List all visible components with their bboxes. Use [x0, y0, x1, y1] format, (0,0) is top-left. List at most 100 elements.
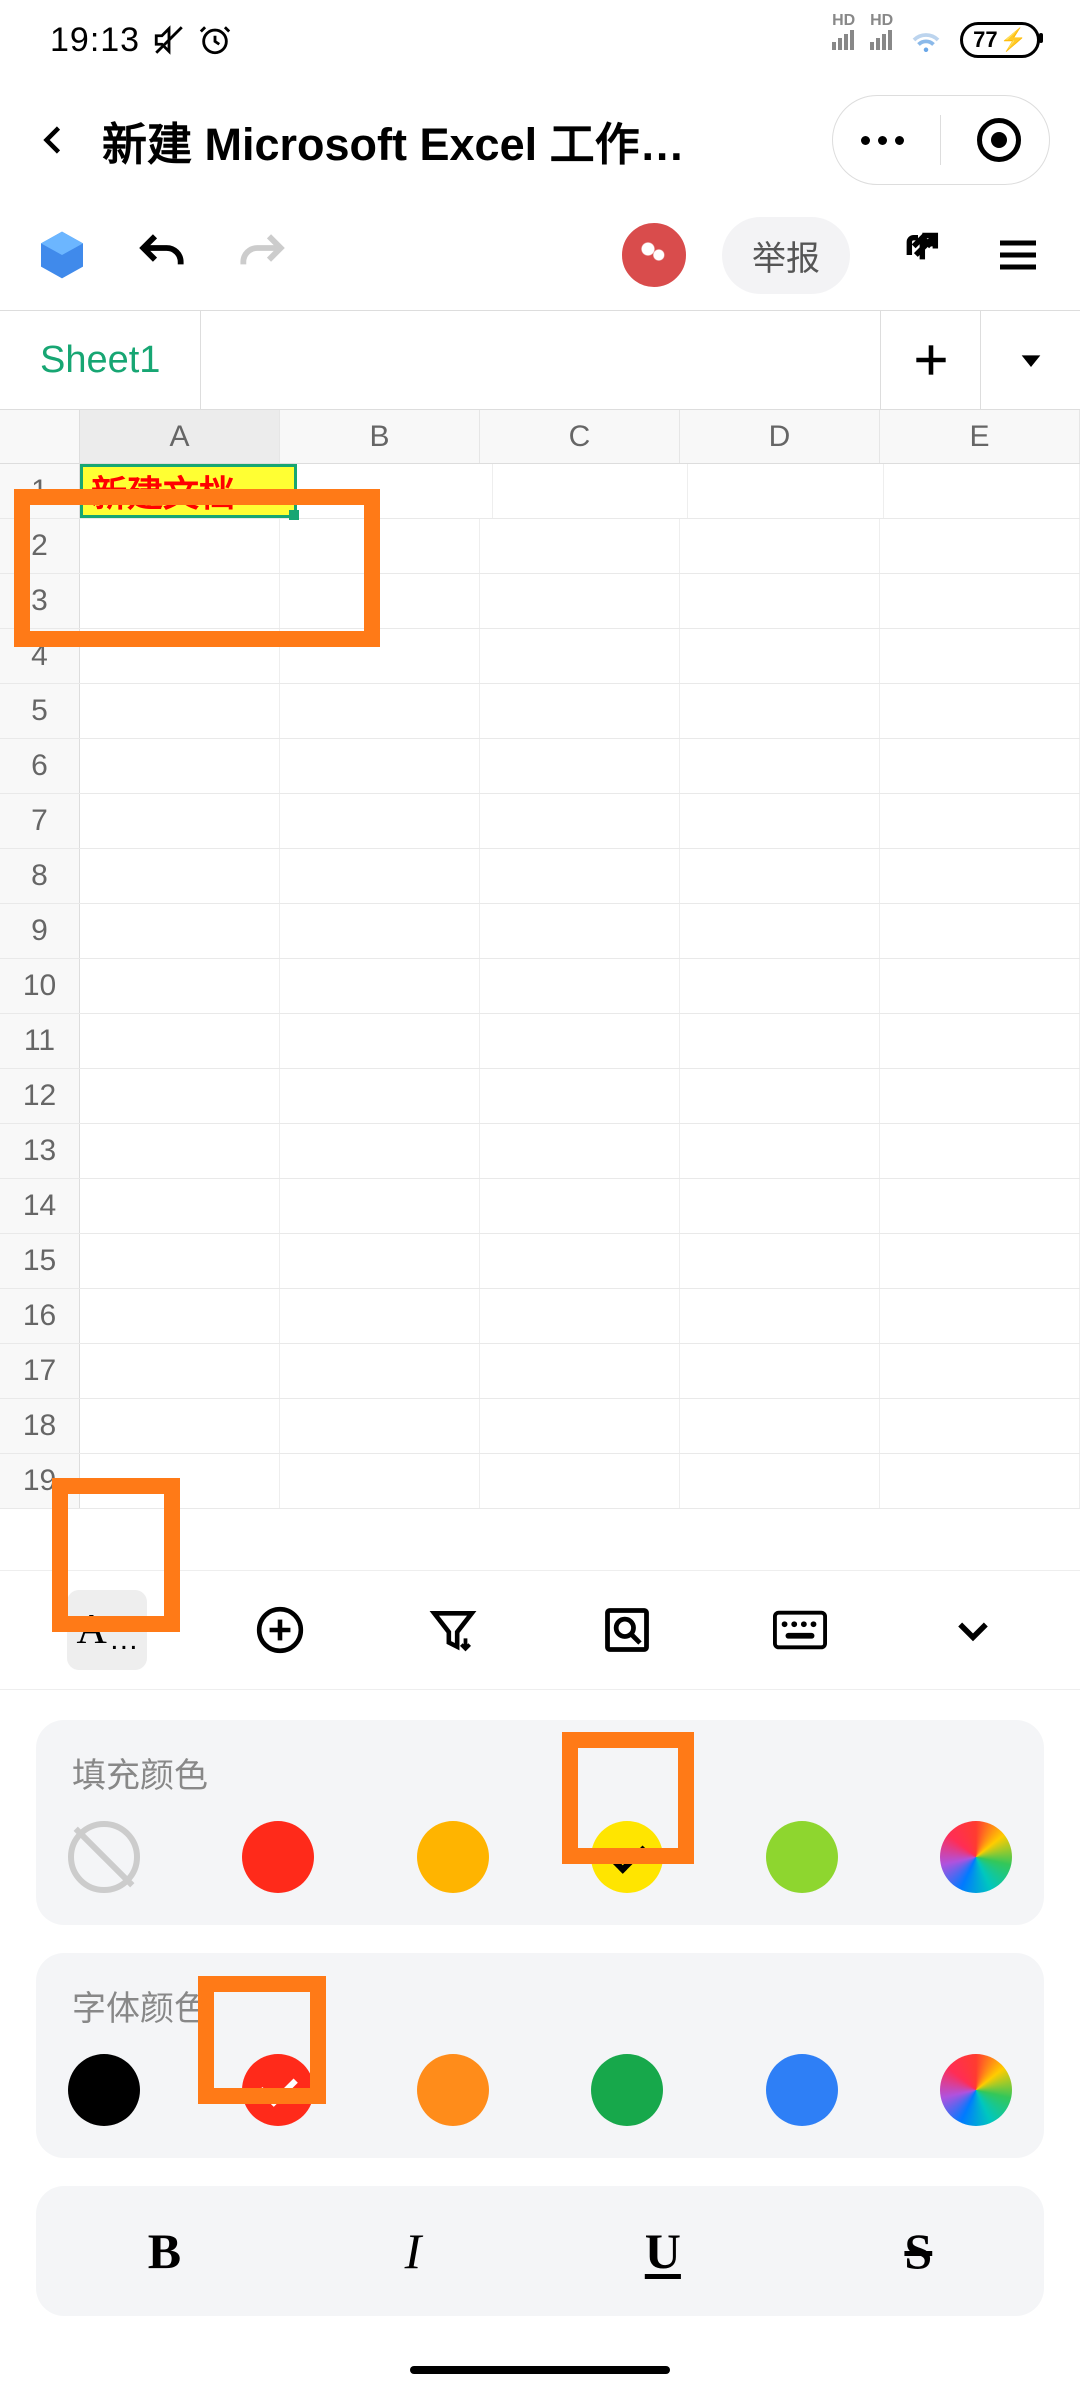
cell[interactable] [880, 519, 1080, 573]
color-swatch-rainbow[interactable] [940, 1821, 1012, 1893]
col-head-c[interactable]: C [480, 410, 680, 463]
cell[interactable] [680, 959, 880, 1013]
more-options-button[interactable] [861, 136, 904, 145]
cell[interactable] [480, 904, 680, 958]
cell[interactable] [280, 1179, 480, 1233]
cell[interactable] [480, 684, 680, 738]
cell[interactable] [880, 1399, 1080, 1453]
back-button[interactable] [30, 116, 78, 164]
row-number[interactable]: 5 [0, 684, 80, 738]
share-button[interactable] [886, 223, 950, 287]
col-head-b[interactable]: B [280, 410, 480, 463]
row-number[interactable]: 3 [0, 574, 80, 628]
cell[interactable] [480, 849, 680, 903]
cell[interactable] [280, 1069, 480, 1123]
cell[interactable] [80, 1454, 280, 1508]
cell[interactable] [280, 739, 480, 793]
color-swatch[interactable] [591, 1821, 663, 1893]
cell[interactable] [297, 464, 493, 518]
row-number[interactable]: 14 [0, 1179, 80, 1233]
row-number[interactable]: 6 [0, 739, 80, 793]
cell[interactable] [884, 464, 1080, 518]
cell[interactable]: 新建文档 [80, 464, 297, 518]
cell[interactable] [480, 574, 680, 628]
cell[interactable] [880, 1234, 1080, 1288]
cell[interactable] [80, 574, 280, 628]
cell[interactable] [880, 1344, 1080, 1398]
row-number[interactable]: 12 [0, 1069, 80, 1123]
cell[interactable] [880, 1124, 1080, 1178]
cell[interactable] [680, 794, 880, 848]
cell[interactable] [80, 1014, 280, 1068]
bold-button[interactable]: B [148, 2222, 181, 2280]
cell[interactable] [880, 739, 1080, 793]
cell[interactable] [480, 1179, 680, 1233]
cell[interactable] [80, 1069, 280, 1123]
cell[interactable] [80, 959, 280, 1013]
col-head-d[interactable]: D [680, 410, 880, 463]
cell[interactable] [680, 1069, 880, 1123]
cell[interactable] [480, 794, 680, 848]
undo-button[interactable] [130, 223, 194, 287]
cell[interactable] [480, 1454, 680, 1508]
cell[interactable] [880, 574, 1080, 628]
row-number[interactable]: 7 [0, 794, 80, 848]
row-number[interactable]: 19 [0, 1454, 80, 1508]
cell[interactable] [280, 1289, 480, 1343]
cell[interactable] [880, 959, 1080, 1013]
collapse-panel-button[interactable] [933, 1590, 1013, 1670]
color-swatch-none[interactable] [68, 1821, 140, 1893]
select-all-corner[interactable] [0, 410, 80, 463]
cell[interactable] [280, 519, 480, 573]
cell[interactable] [280, 1344, 480, 1398]
cell[interactable] [80, 739, 280, 793]
cell[interactable] [80, 519, 280, 573]
hamburger-menu-button[interactable] [986, 223, 1050, 287]
cell[interactable] [80, 1234, 280, 1288]
cell[interactable] [880, 629, 1080, 683]
cell[interactable] [680, 1124, 880, 1178]
cell[interactable] [280, 629, 480, 683]
cell[interactable] [280, 959, 480, 1013]
cell[interactable] [280, 574, 480, 628]
cell[interactable] [688, 464, 884, 518]
cell[interactable] [880, 1179, 1080, 1233]
cell[interactable] [680, 1399, 880, 1453]
cell[interactable] [680, 684, 880, 738]
cell[interactable] [280, 684, 480, 738]
cell[interactable] [880, 904, 1080, 958]
cell[interactable] [680, 1454, 880, 1508]
cell[interactable] [80, 794, 280, 848]
sheet-dropdown-button[interactable] [980, 311, 1080, 409]
cell[interactable] [80, 629, 280, 683]
color-swatch-rainbow[interactable] [940, 2054, 1012, 2126]
cell[interactable] [493, 464, 689, 518]
cell[interactable] [880, 849, 1080, 903]
row-number[interactable]: 4 [0, 629, 80, 683]
cell[interactable] [880, 794, 1080, 848]
cell[interactable] [480, 1124, 680, 1178]
sheet-tab-1[interactable]: Sheet1 [0, 311, 201, 409]
cell[interactable] [880, 1289, 1080, 1343]
cell[interactable] [80, 1179, 280, 1233]
nav-handle[interactable] [410, 2366, 670, 2374]
cell[interactable] [80, 1344, 280, 1398]
report-button[interactable]: 举报 [722, 217, 850, 294]
cell[interactable] [680, 1344, 880, 1398]
cell[interactable] [480, 519, 680, 573]
spreadsheet-grid[interactable]: A B C D E 1新建文档2345678910111213141516171… [0, 410, 1080, 1509]
cell[interactable] [480, 1014, 680, 1068]
color-swatch[interactable] [766, 1821, 838, 1893]
format-tab-button[interactable]: A… [67, 1590, 147, 1670]
row-number[interactable]: 18 [0, 1399, 80, 1453]
row-number[interactable]: 9 [0, 904, 80, 958]
row-number[interactable]: 13 [0, 1124, 80, 1178]
record-button[interactable] [977, 118, 1021, 162]
col-head-a[interactable]: A [80, 410, 280, 463]
cell[interactable] [280, 1454, 480, 1508]
cell[interactable] [880, 684, 1080, 738]
cell[interactable] [80, 684, 280, 738]
cell[interactable] [680, 1234, 880, 1288]
filter-tab-button[interactable] [413, 1590, 493, 1670]
row-number[interactable]: 10 [0, 959, 80, 1013]
